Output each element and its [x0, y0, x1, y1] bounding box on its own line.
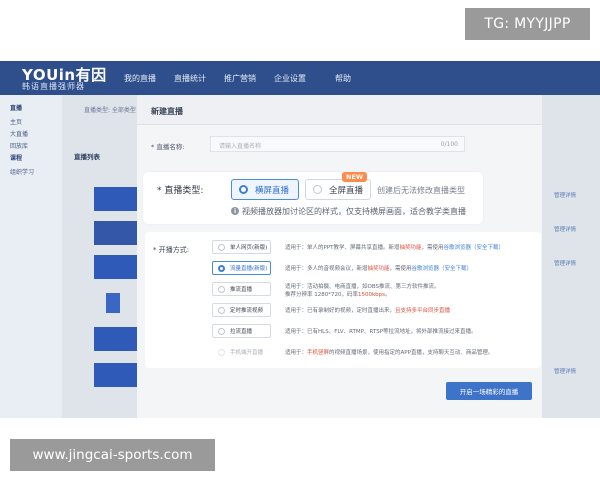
- mode-option-push-stream[interactable]: 推流直播: [212, 282, 271, 296]
- live-thumbnail[interactable]: [106, 293, 120, 313]
- sidebar-item-big-live[interactable]: 大直播: [10, 129, 28, 138]
- radio-disabled-icon: [218, 348, 225, 356]
- mode-option-mobile[interactable]: 手机端开直播: [212, 345, 271, 359]
- mode-description-extra: 推荐分辨率 1280*720，码率1500kbps。: [285, 292, 391, 298]
- dialog-title: 新建直播: [151, 107, 183, 116]
- live-thumbnail[interactable]: [94, 187, 140, 211]
- nav-item-enterprise[interactable]: 企业设置: [274, 73, 306, 84]
- mode-description: 适用于：已有HLS、FLV、RTMP、RTSP等拉流地址，将外部推流接过来直播。: [285, 329, 477, 335]
- mode-label: * 开播方式:: [153, 246, 190, 254]
- list-title: 直播列表: [74, 153, 100, 161]
- mode-description: 适用于：已有录制好的视频，定时直播出来，且支持多平台同步直播: [285, 308, 451, 314]
- new-badge: NEW: [342, 172, 368, 182]
- nav-item-help[interactable]: 帮助: [335, 73, 351, 84]
- type-note: 创建后无法修改直播类型: [377, 186, 465, 195]
- create-live-button[interactable]: 开启一场精彩的直播: [446, 382, 532, 400]
- type-tip: 视频播放器加讨论区的样式，仅支持横屏画面，适合教学类直播: [242, 207, 466, 216]
- live-thumbnail[interactable]: [94, 221, 140, 245]
- live-thumbnail[interactable]: [94, 327, 140, 351]
- mode-option-web-single[interactable]: 单人网页(新版): [212, 240, 271, 254]
- type-option-landscape[interactable]: 横屏直播: [231, 179, 299, 200]
- type-option-fullscreen[interactable]: 全屏直播: [305, 179, 371, 200]
- name-label: * 直播名称:: [151, 143, 185, 151]
- radio-checked-icon: [239, 185, 248, 194]
- type-option-label: 全屏直播: [329, 185, 364, 196]
- mode-option-label: 拉流直播: [230, 329, 253, 335]
- sidebar-item-replay[interactable]: 回放库: [10, 141, 28, 150]
- type-option-label: 横屏直播: [255, 185, 290, 196]
- radio-unchecked-icon: [218, 327, 225, 335]
- manage-link[interactable]: 管理详情: [554, 367, 576, 375]
- info-icon: i: [231, 207, 239, 215]
- manage-link[interactable]: 管理详情: [554, 259, 576, 267]
- mode-option-label: 定时推流视频: [230, 308, 264, 314]
- mode-option-label: 单人网页(新版): [230, 245, 268, 251]
- live-type-label: * 直播类型:: [157, 186, 204, 196]
- mode-option-label: 推流直播: [230, 287, 253, 293]
- live-thumbnail[interactable]: [94, 255, 140, 279]
- live-name-input[interactable]: 请输入直播名称 0/100: [210, 136, 465, 152]
- tg-watermark: TG: MYYJJPP: [465, 8, 590, 40]
- mode-option-scheduled[interactable]: 定时推流视频: [212, 303, 271, 317]
- mode-option-traffic[interactable]: 流量直播(新版): [212, 261, 271, 275]
- sidebar-item-learning[interactable]: 组织学习: [10, 167, 34, 176]
- nav-item-stats[interactable]: 直播统计: [174, 73, 206, 84]
- nav-item-my-live[interactable]: 我的直播: [124, 73, 156, 84]
- mode-option-label: 流量直播(新版): [230, 266, 268, 272]
- nav-item-marketing[interactable]: 推广营销: [224, 73, 256, 84]
- top-nav: YOUin有因 韩语直播强师器 我的直播 直播统计 推广营销 企业设置 帮助: [0, 61, 600, 95]
- live-thumbnail[interactable]: [94, 363, 140, 387]
- radio-unchecked-icon: [218, 243, 225, 251]
- url-watermark: www.jingcai-sports.com: [10, 439, 215, 471]
- page: TG: MYYJJPP YOUin有因 韩语直播强师器 我的直播 直播统计 推广…: [0, 0, 600, 480]
- name-char-count: 0/100: [440, 141, 458, 148]
- radio-unchecked-icon: [218, 306, 225, 314]
- mode-description: 适用于：手机竖屏的视频直播场景，使用指定的APP直播，支持聊天互动、商品管理。: [285, 350, 494, 356]
- dialog-header: 新建直播: [137, 95, 542, 125]
- broadcast-mode-panel: * 开播方式: 单人网页(新版) 适用于：单人的PPT教学、屏幕共享直播。新增抽…: [145, 232, 541, 368]
- sidebar-item-course[interactable]: 课程: [10, 153, 22, 162]
- mode-description: 适用于：单人的PPT教学、屏幕共享直播。新增抽奖功能，需使用谷歌浏览器（安全下载…: [285, 245, 505, 251]
- radio-unchecked-icon: [218, 285, 225, 293]
- sidebar-item-live[interactable]: 直播: [10, 103, 22, 112]
- mode-option-pull-stream[interactable]: 拉流直播: [212, 324, 271, 338]
- mode-description: 适用于：多人的音视频会议，新增抽奖功能，需使用谷歌浏览器（安全下载）: [285, 266, 473, 272]
- app-logo-subtitle: 韩语直播强师器: [22, 82, 85, 91]
- radio-checked-icon: [218, 264, 225, 272]
- mode-description: 适用于：活动拍摄、电商直播，如OBS推流、第三方软件推流。: [285, 284, 440, 290]
- live-type-panel: * 直播类型: 横屏直播 全屏直播 NEW 创建后无法修改直播类型 i 视频播放…: [143, 172, 483, 224]
- manage-link[interactable]: 管理详情: [554, 225, 576, 233]
- mode-option-label: 手机端开直播: [230, 350, 264, 356]
- sidebar: 直播 主页 大直播 回放库 课程 组织学习: [0, 95, 62, 418]
- radio-unchecked-icon: [313, 185, 322, 194]
- manage-link[interactable]: 管理详情: [554, 191, 576, 199]
- sidebar-item-home[interactable]: 主页: [10, 117, 22, 126]
- name-placeholder: 请输入直播名称: [219, 143, 262, 150]
